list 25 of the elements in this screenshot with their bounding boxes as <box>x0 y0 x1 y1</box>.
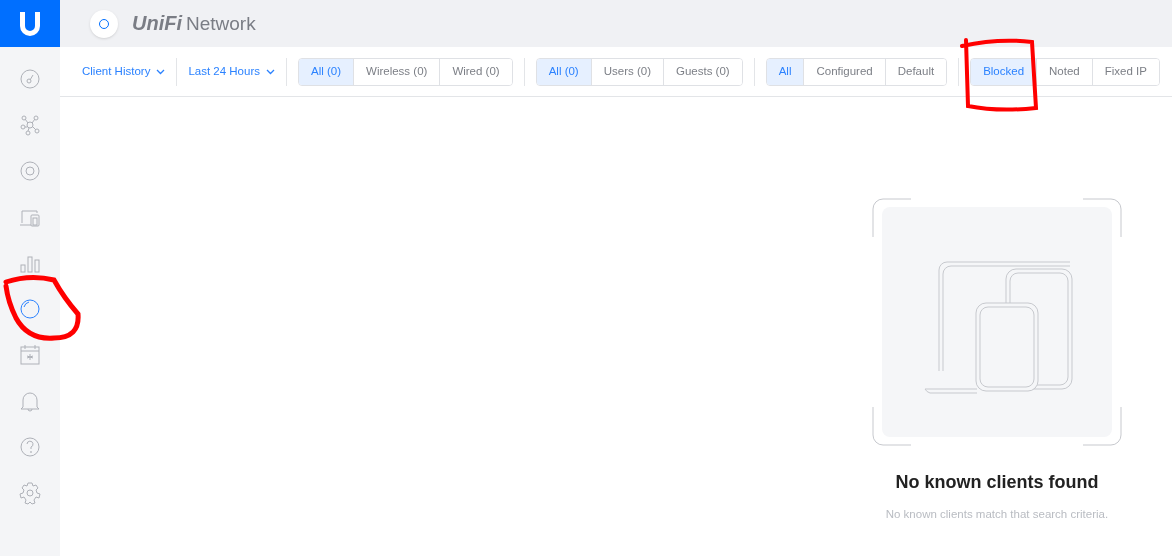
bell-icon[interactable] <box>18 389 42 413</box>
segment-tab[interactable]: All (0) <box>299 58 354 85</box>
dropdown-button[interactable]: Last 24 Hours <box>188 62 275 81</box>
segment-tab[interactable]: Wired (0) <box>439 58 512 85</box>
settings-icon[interactable] <box>18 481 42 505</box>
segment-tab[interactable]: Blocked <box>971 58 1037 85</box>
help-icon[interactable] <box>18 435 42 459</box>
target-icon[interactable] <box>18 159 42 183</box>
circle-icon[interactable] <box>18 297 42 321</box>
chevron-icon <box>156 68 166 75</box>
segment-tab[interactable]: All (0) <box>536 58 591 85</box>
product-name: Network <box>186 12 256 37</box>
segment-tab[interactable]: All <box>766 58 804 85</box>
segment-tab[interactable]: Default <box>884 58 947 85</box>
brand-name: UniFi <box>132 11 182 37</box>
segment-tab[interactable]: Fixed IP <box>1091 58 1159 85</box>
empty-state-message: No known clients match that search criteria. <box>885 507 1109 522</box>
chevron-icon <box>266 68 275 75</box>
empty-state-title: No known clients found <box>895 471 1099 494</box>
segment-tab[interactable]: Guests (0) <box>662 58 742 85</box>
topology-icon[interactable] <box>18 113 42 137</box>
status-icon[interactable] <box>90 9 118 38</box>
logo-icon[interactable] <box>0 0 60 47</box>
dropdown-button[interactable]: Client History <box>82 62 166 81</box>
gauge-icon[interactable] <box>18 67 42 91</box>
